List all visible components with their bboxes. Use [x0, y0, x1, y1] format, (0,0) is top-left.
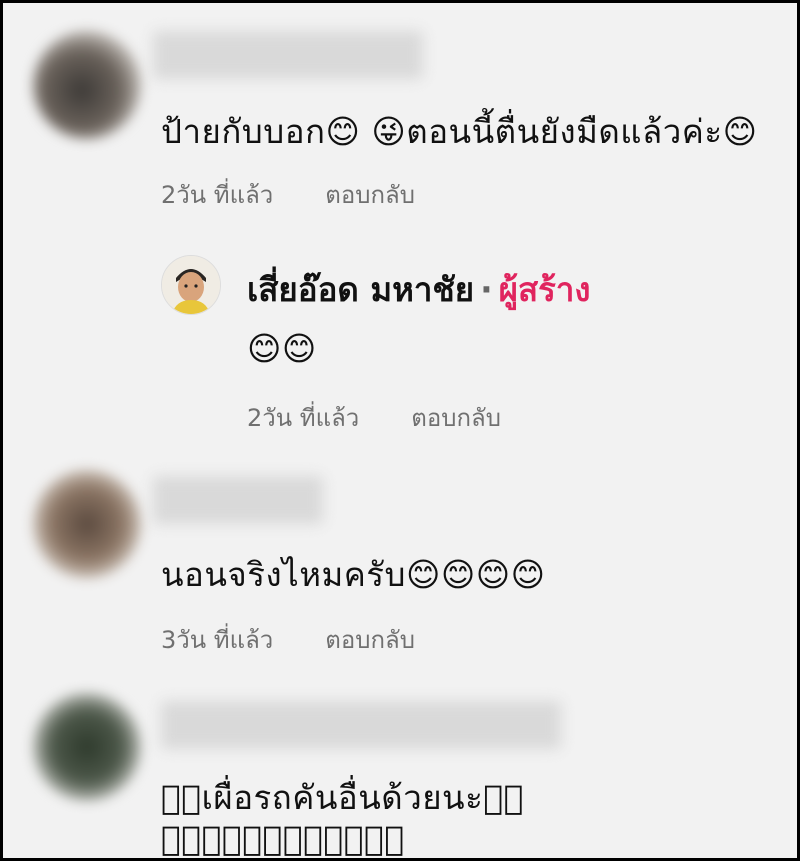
- person-photo-icon: [162, 256, 220, 314]
- comment-timestamp: 3วัน ที่แล้ว: [161, 626, 274, 654]
- comment-meta: 3วัน ที่แล้ว ตอบกลับ: [161, 620, 415, 659]
- reply-timestamp: 2วัน ที่แล้ว: [247, 404, 360, 432]
- commenter-avatar[interactable]: [33, 693, 141, 801]
- separator-dot: ·: [480, 270, 493, 309]
- commenter-name-blurred[interactable]: [153, 476, 323, 524]
- reply-button[interactable]: ตอบกลับ: [411, 404, 501, 432]
- comment-2: นอนจริงไหมครับ😊😊😊😊 3วัน ที่แล้ว ตอบกลับ: [3, 458, 797, 678]
- creator-badge: ผู้สร้าง: [498, 270, 591, 309]
- comment-text-line-1: 􀀀􀀀เผื่อรถคันอื่นด้วยนะ􀀀􀀀: [161, 778, 524, 817]
- comments-panel: ป้ายกับบอก😊 😜ตอนนี้ตื่นยังมืดแล้วค่ะ😊 2ว…: [0, 0, 800, 861]
- comment-text: นอนจริงไหมครับ😊😊😊😊: [161, 555, 546, 594]
- commenter-name-blurred[interactable]: [161, 701, 561, 749]
- commenter-name-blurred[interactable]: [153, 31, 423, 79]
- creator-avatar[interactable]: [161, 255, 221, 315]
- comment-3: 􀀀􀀀เผื่อรถคันอื่นด้วยนะ􀀀􀀀 􀀀􀀀􀀀􀀀􀀀􀀀􀀀􀀀􀀀􀀀􀀀􀀀: [3, 683, 797, 858]
- creator-name-line: เสี่ยอ๊อด มหาชัย · ผู้สร้าง: [247, 263, 591, 316]
- comment-meta: 2วัน ที่แล้ว ตอบกลับ: [161, 175, 415, 214]
- reply-meta: 2วัน ที่แล้ว ตอบกลับ: [247, 398, 501, 437]
- creator-reply: เสี่ยอ๊อด มหาชัย · ผู้สร้าง 😊😊 2วัน ที่แล้…: [3, 233, 797, 443]
- commenter-avatar[interactable]: [33, 31, 141, 139]
- reply-button[interactable]: ตอบกลับ: [325, 626, 415, 654]
- comment-text-line-2: 􀀀􀀀􀀀􀀀􀀀􀀀􀀀􀀀􀀀􀀀􀀀􀀀: [161, 819, 405, 858]
- comment-text: ป้ายกับบอก😊 😜ตอนนี้ตื่นยังมืดแล้วค่ะ😊: [161, 112, 758, 151]
- comment-1: ป้ายกับบอก😊 😜ตอนนี้ตื่นยังมืดแล้วค่ะ😊 2ว…: [3, 3, 797, 233]
- reply-button[interactable]: ตอบกลับ: [325, 181, 415, 209]
- creator-name[interactable]: เสี่ยอ๊อด มหาชัย: [247, 270, 474, 309]
- commenter-avatar[interactable]: [33, 470, 141, 578]
- reply-text: 😊😊: [247, 329, 317, 368]
- comment-timestamp: 2วัน ที่แล้ว: [161, 181, 274, 209]
